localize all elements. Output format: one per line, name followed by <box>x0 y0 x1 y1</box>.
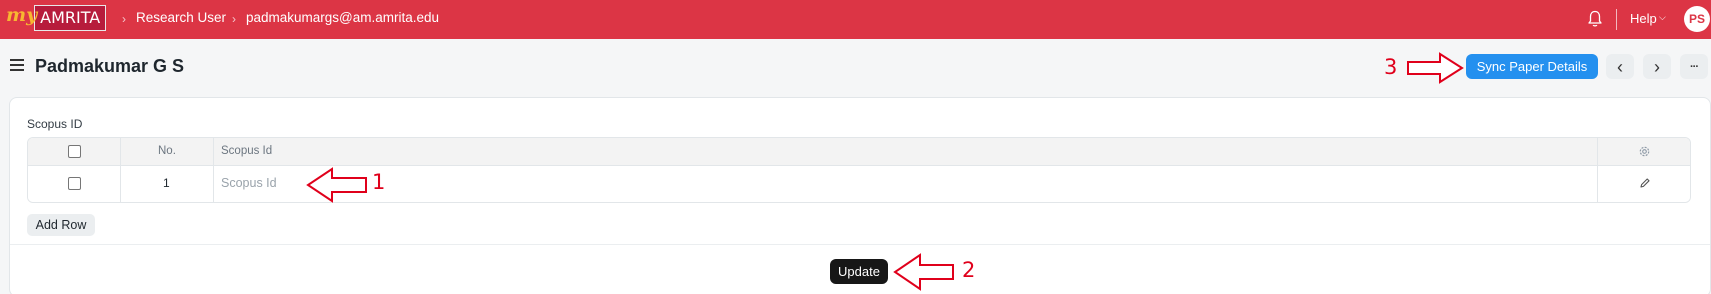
settings-gear-icon[interactable] <box>1638 145 1651 158</box>
sync-paper-details-button[interactable]: Sync Paper Details <box>1466 54 1598 79</box>
scopus-id-input[interactable]: Scopus Id <box>221 176 277 190</box>
column-header-scopus-id: Scopus Id <box>221 145 273 157</box>
card-section-divider <box>10 244 1710 245</box>
chevron-right-icon: › <box>122 12 126 26</box>
annotation-arrow-left <box>893 253 954 291</box>
chevron-down-icon[interactable]: ⌵ <box>1659 12 1666 23</box>
breadcrumb-research-user[interactable]: Research User <box>136 10 226 25</box>
more-actions-button[interactable]: ··· <box>1680 54 1708 79</box>
column-divider <box>213 138 214 165</box>
chevron-left-icon: ‹ <box>1617 56 1623 77</box>
column-header-no: No. <box>158 145 176 157</box>
annotation-label-2: 2 <box>962 258 976 282</box>
annotation-arrow-left <box>306 167 367 203</box>
breadcrumb-user-email[interactable]: padmakumargs@am.amrita.edu <box>246 10 439 25</box>
hamburger-menu-icon[interactable] <box>10 59 24 71</box>
column-divider <box>1597 138 1598 165</box>
chevron-right-icon: › <box>232 12 236 26</box>
table-header: No. Scopus Id <box>28 138 1690 166</box>
column-divider <box>120 166 121 202</box>
annotation-arrow-right <box>1407 52 1464 84</box>
logo-prefix: my <box>6 4 38 26</box>
row-number: 1 <box>163 176 170 190</box>
page-title: Padmakumar G S <box>35 56 185 76</box>
add-row-button[interactable]: Add Row <box>27 214 95 236</box>
update-button[interactable]: Update <box>830 259 888 284</box>
logo-text: AMRITA <box>34 5 107 31</box>
myamrita-logo[interactable]: my AMRITA <box>6 4 107 31</box>
select-all-checkbox[interactable] <box>68 145 81 158</box>
column-divider <box>213 166 214 202</box>
more-icon: ··· <box>1690 60 1699 73</box>
next-record-button[interactable]: › <box>1643 54 1671 79</box>
chevron-right-icon: › <box>1654 56 1660 77</box>
top-navbar: my AMRITA › Research User › padmakumargs… <box>0 0 1711 39</box>
scopus-id-table: No. Scopus Id 1 Scopus Id <box>27 137 1691 203</box>
navbar-divider <box>1616 9 1617 30</box>
column-divider <box>1597 166 1598 202</box>
row-select-checkbox[interactable] <box>68 177 81 190</box>
bell-icon[interactable] <box>1587 10 1603 28</box>
table-row[interactable]: 1 Scopus Id <box>28 166 1690 202</box>
previous-record-button[interactable]: ‹ <box>1606 54 1634 79</box>
annotation-label-1: 1 <box>372 170 386 194</box>
scopus-id-field-label: Scopus ID <box>27 117 83 131</box>
help-menu[interactable]: Help <box>1630 11 1657 26</box>
edit-pencil-icon[interactable] <box>1639 177 1651 189</box>
avatar[interactable]: PS <box>1684 6 1710 32</box>
annotation-label-3: 3 <box>1384 55 1398 79</box>
column-divider <box>120 138 121 165</box>
